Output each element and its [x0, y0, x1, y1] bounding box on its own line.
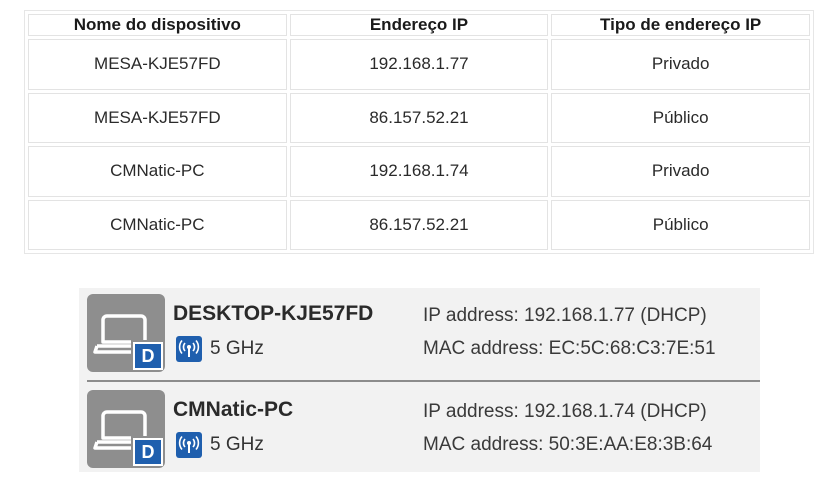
laptop-icon: D — [87, 294, 165, 372]
wifi-antenna-icon — [176, 432, 202, 458]
cell-ip-address: 86.157.52.21 — [289, 92, 549, 143]
cell-device-name: MESA-KJE57FD — [28, 39, 287, 90]
cell-ip-type: Público — [551, 92, 810, 143]
cell-ip-address: 192.168.1.74 — [289, 146, 549, 197]
device-mac-address: MAC address: 50:3E:AA:E8:3B:64 — [423, 434, 713, 455]
table-header-row: Nome do dispositivo Endereço IP Tipo de … — [28, 14, 810, 36]
cell-ip-type: Público — [551, 199, 810, 250]
wifi-band: 5 GHz — [210, 338, 264, 359]
device-ip-address: IP address: 192.168.1.74 (DHCP) — [423, 401, 707, 422]
device-entry-desktop-kje57fd[interactable]: D DESKTOP-KJE57FD 5 GHz IP address: 192.… — [79, 292, 760, 374]
cell-ip-address: 192.168.1.77 — [289, 39, 549, 90]
table-row: CMNatic-PC 86.157.52.21 Público — [28, 199, 810, 250]
column-header-ip-type: Tipo de endereço IP — [551, 14, 810, 36]
ip-address-table: Nome do dispositivo Endereço IP Tipo de … — [25, 11, 813, 253]
cell-device-name: MESA-KJE57FD — [28, 92, 287, 143]
wifi-band: 5 GHz — [210, 434, 264, 455]
wifi-antenna-icon — [176, 336, 202, 362]
device-type-badge: D — [133, 342, 163, 370]
table-row: CMNatic-PC 192.168.1.74 Privado — [28, 146, 810, 197]
device-mac-address: MAC address: EC:5C:68:C3:7E:51 — [423, 338, 716, 359]
laptop-icon: D — [87, 390, 165, 468]
cell-ip-type: Privado — [551, 146, 810, 197]
table-row: MESA-KJE57FD 192.168.1.77 Privado — [28, 39, 810, 90]
cell-device-name: CMNatic-PC — [28, 199, 287, 250]
device-divider — [87, 380, 760, 382]
device-entry-cmnatic-pc[interactable]: D CMNatic-PC 5 GHz IP address: 192.168.1… — [79, 388, 760, 470]
device-type-badge: D — [133, 438, 163, 466]
cell-device-name: CMNatic-PC — [28, 146, 287, 197]
ip-address-table-container: Nome do dispositivo Endereço IP Tipo de … — [24, 10, 814, 254]
cell-ip-type: Privado — [551, 39, 810, 90]
device-name: CMNatic-PC — [173, 398, 294, 421]
connected-devices-panel: D DESKTOP-KJE57FD 5 GHz IP address: 192.… — [79, 288, 760, 472]
cell-ip-address: 86.157.52.21 — [289, 199, 549, 250]
device-ip-address: IP address: 192.168.1.77 (DHCP) — [423, 305, 707, 326]
column-header-ip-address: Endereço IP — [289, 14, 549, 36]
column-header-device-name: Nome do dispositivo — [28, 14, 287, 36]
device-name: DESKTOP-KJE57FD — [173, 302, 374, 325]
table-row: MESA-KJE57FD 86.157.52.21 Público — [28, 92, 810, 143]
